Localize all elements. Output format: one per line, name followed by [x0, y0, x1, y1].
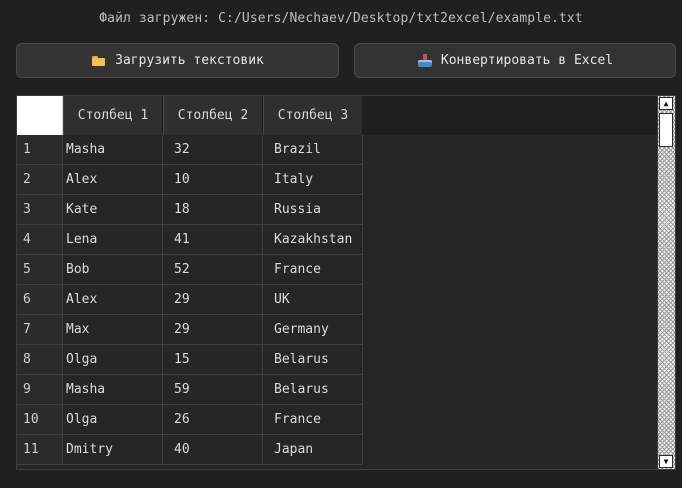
table-cell[interactable]: Italy — [263, 165, 363, 195]
row-number[interactable]: 11 — [17, 435, 63, 465]
table-cell[interactable]: Olga — [63, 405, 163, 435]
table-cell[interactable]: 10 — [163, 165, 263, 195]
table-cell[interactable]: Brazil — [263, 135, 363, 165]
table-cell[interactable]: Alex — [63, 285, 163, 315]
table-corner-button[interactable] — [17, 96, 63, 135]
table-cell[interactable]: Japan — [263, 435, 363, 465]
app-window: Файл загружен: C:/Users/Nechaev/Desktop/… — [0, 0, 682, 488]
table-cell[interactable]: UK — [263, 285, 363, 315]
table-cell[interactable]: 59 — [163, 375, 263, 405]
table-cell[interactable]: Kazakhstan — [263, 225, 363, 255]
table-cell[interactable]: France — [263, 405, 363, 435]
table-cell[interactable]: Germany — [263, 315, 363, 345]
table-cell[interactable]: Bob — [63, 255, 163, 285]
table-cell[interactable]: 41 — [163, 225, 263, 255]
table-row: 11 Dmitry 40 Japan — [17, 435, 363, 465]
table-cell[interactable]: 40 — [163, 435, 263, 465]
table-row: 8 Olga 15 Belarus — [17, 345, 363, 375]
table-row: 2 Alex 10 Italy — [17, 165, 363, 195]
table-cell[interactable]: France — [263, 255, 363, 285]
table-row: 3 Kate 18 Russia — [17, 195, 363, 225]
table-row: 9 Masha 59 Belarus — [17, 375, 363, 405]
column-header-2[interactable]: Столбец 2 — [163, 96, 263, 135]
row-number[interactable]: 1 — [17, 135, 63, 165]
table-cell[interactable]: 29 — [163, 315, 263, 345]
scrollbar-thumb[interactable] — [659, 113, 673, 147]
folder-icon — [91, 54, 107, 68]
table-cell[interactable]: Russia — [263, 195, 363, 225]
data-table[interactable]: Столбец 1 Столбец 2 Столбец 3 1 Masha 32 Br… — [16, 95, 676, 470]
row-number[interactable]: 2 — [17, 165, 63, 195]
table-row: 4 Lena 41 Kazakhstan — [17, 225, 363, 255]
file-status-label: Файл загружен: C:/Users/Nechaev/Desktop/… — [99, 11, 583, 26]
column-header-3[interactable]: Столбец 3 — [263, 96, 363, 135]
load-text-button[interactable]: Загрузить текстовик — [16, 43, 339, 78]
tray-icon — [417, 53, 433, 68]
row-number[interactable]: 3 — [17, 195, 63, 225]
convert-excel-button[interactable]: Конвертировать в Excel — [354, 43, 676, 78]
column-header-1[interactable]: Столбец 1 — [63, 96, 163, 135]
table-cell[interactable]: 29 — [163, 285, 263, 315]
scroll-down-arrow-icon[interactable]: ▼ — [659, 455, 673, 468]
table-cell[interactable]: Lena — [63, 225, 163, 255]
row-number[interactable]: 10 — [17, 405, 63, 435]
table-row: 1 Masha 32 Brazil — [17, 135, 363, 165]
table-row: 10 Olga 26 France — [17, 405, 363, 435]
table-cell[interactable]: Belarus — [263, 345, 363, 375]
table-cell[interactable]: Olga — [63, 345, 163, 375]
table-cell[interactable]: 52 — [163, 255, 263, 285]
table-cell[interactable]: 15 — [163, 345, 263, 375]
load-text-button-label: Загрузить текстовик — [115, 53, 264, 68]
table-cell[interactable]: Alex — [63, 165, 163, 195]
table-row: 5 Bob 52 France — [17, 255, 363, 285]
table-cell[interactable]: Kate — [63, 195, 163, 225]
table-cell[interactable]: 32 — [163, 135, 263, 165]
scroll-up-arrow-icon[interactable]: ▲ — [659, 97, 673, 110]
row-number[interactable]: 7 — [17, 315, 63, 345]
table-cell[interactable]: Belarus — [263, 375, 363, 405]
row-number[interactable]: 9 — [17, 375, 63, 405]
table-header: Столбец 1 Столбец 2 Столбец 3 — [17, 96, 657, 135]
table-cell[interactable]: Masha — [63, 375, 163, 405]
vertical-scrollbar[interactable]: ▲ ▼ — [657, 96, 675, 469]
row-number[interactable]: 4 — [17, 225, 63, 255]
table-cell[interactable]: Masha — [63, 135, 163, 165]
row-number[interactable]: 8 — [17, 345, 63, 375]
table-row: 7 Max 29 Germany — [17, 315, 363, 345]
convert-excel-button-label: Конвертировать в Excel — [440, 53, 614, 68]
table-cell[interactable]: 26 — [163, 405, 263, 435]
row-number[interactable]: 6 — [17, 285, 63, 315]
row-number[interactable]: 5 — [17, 255, 63, 285]
table-cell[interactable]: 18 — [163, 195, 263, 225]
table-cell[interactable]: Max — [63, 315, 163, 345]
table-row: 6 Alex 29 UK — [17, 285, 363, 315]
table-cell[interactable]: Dmitry — [63, 435, 163, 465]
